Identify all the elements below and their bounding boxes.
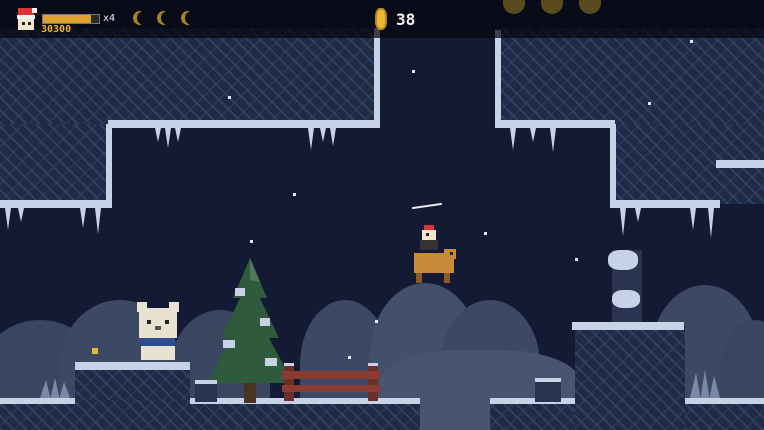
icicle <box>510 128 516 150</box>
icicle <box>320 128 326 142</box>
snowflake <box>293 193 296 196</box>
lives-count: x4 <box>103 13 116 24</box>
snowflake <box>648 102 651 105</box>
snow-ledge <box>610 124 616 204</box>
snowflake <box>250 240 253 243</box>
icicle <box>155 128 161 142</box>
icicle <box>18 208 24 222</box>
snowflake <box>375 320 378 323</box>
polar-bear-enemy <box>137 302 179 360</box>
icicle <box>635 208 641 222</box>
snow-pillar-cap <box>612 290 640 308</box>
snow-rock <box>195 380 217 402</box>
health-bar <box>42 14 100 24</box>
player-character[interactable] <box>410 225 462 287</box>
ceiling-rock <box>0 28 380 124</box>
icicle <box>620 208 626 236</box>
snowflake <box>690 40 693 43</box>
ground-platform <box>0 400 420 430</box>
game-screen: x4 30300 38 <box>0 0 764 430</box>
snowflake <box>575 258 578 261</box>
snowflake <box>228 96 231 99</box>
crescent-moon-icon <box>161 11 175 25</box>
ground-platform <box>685 400 764 430</box>
icicle <box>708 208 714 238</box>
ceiling-rock <box>495 28 764 124</box>
icicle <box>330 128 336 146</box>
icicle <box>690 208 696 230</box>
snowflake <box>348 356 351 359</box>
icicle <box>530 128 536 142</box>
projectile <box>412 202 442 210</box>
snow-ledge <box>374 28 380 124</box>
ground-platform <box>575 325 685 430</box>
health-bar-fill <box>43 15 91 23</box>
snow-ground <box>0 398 75 404</box>
snow-ledge <box>495 30 501 124</box>
score-value: 30300 <box>41 24 72 35</box>
small-flower <box>92 348 98 354</box>
ceiling-rock <box>0 124 110 204</box>
snow-ground <box>685 398 764 404</box>
ground-platform <box>490 400 580 430</box>
snow-ground <box>75 362 190 370</box>
santa-hat-player-icon <box>17 8 37 30</box>
crescent-moon-icon <box>137 11 151 25</box>
snowflake <box>412 70 415 73</box>
snow-pillar-cap <box>608 250 638 270</box>
icicle <box>95 208 101 234</box>
icicle <box>165 128 171 148</box>
snow-ledge <box>495 120 615 128</box>
snowflake <box>484 232 487 235</box>
icicle <box>80 208 86 228</box>
snow-ledge <box>0 200 112 208</box>
icicle <box>308 128 314 150</box>
snow-ledge <box>106 124 112 204</box>
icicle <box>175 128 181 142</box>
snow-ledge <box>716 160 764 168</box>
snow-rock <box>535 378 561 402</box>
icicle <box>550 128 556 152</box>
coin-count: 38 <box>396 10 416 29</box>
snow-ledge <box>610 200 720 208</box>
snow-ground <box>572 322 684 330</box>
wooden-fence <box>282 363 380 401</box>
crescent-moon-icon <box>185 11 199 25</box>
snow-ledge <box>108 120 380 128</box>
gold-coin-icon <box>375 8 387 30</box>
icicle <box>5 208 11 230</box>
